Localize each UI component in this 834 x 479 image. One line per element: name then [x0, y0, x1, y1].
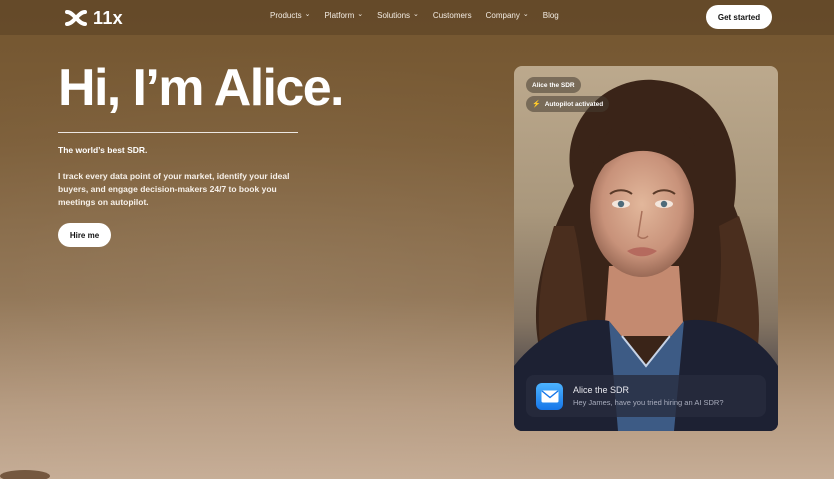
alice-card: Alice the SDR ⚡ Autopilot activated Alic… [514, 66, 778, 431]
chevron-down-icon: ⌄ [522, 11, 529, 18]
name-pill: Alice the SDR [526, 77, 581, 93]
name-pill-label: Alice the SDR [532, 81, 575, 89]
nav-item-label: Solutions [377, 11, 411, 20]
top-nav: 11x Products ⌄ Platform ⌄ Solutions ⌄ Cu… [0, 0, 834, 35]
message-notification: Alice the SDR Hey James, have you tried … [526, 375, 766, 417]
get-started-button[interactable]: Get started [706, 5, 772, 29]
brand-logo[interactable]: 11x [65, 8, 123, 28]
divider [58, 132, 298, 133]
decorative-shape [0, 470, 50, 479]
nav-item-label: Customers [432, 11, 472, 20]
autopilot-label: Autopilot activated [544, 100, 604, 108]
notification-text: Alice the SDR Hey James, have you tried … [573, 385, 724, 407]
envelope-icon [541, 389, 558, 402]
hire-me-button[interactable]: Hire me [58, 223, 111, 247]
hero-title: Hi, I’m Alice. [58, 59, 344, 117]
nav-item-label: Company [485, 11, 520, 20]
chevron-down-icon: ⌄ [357, 11, 364, 18]
brand-name: 11x [93, 7, 123, 28]
notification-message: Hey James, have you tried hiring an AI S… [573, 398, 724, 407]
nav-item-label: Products [270, 11, 302, 20]
notification-title: Alice the SDR [573, 385, 630, 395]
nav-item-customers[interactable]: Customers [433, 11, 472, 20]
chevron-down-icon: ⌄ [304, 11, 311, 18]
nav-item-solutions[interactable]: Solutions ⌄ [377, 11, 419, 20]
nav-item-platform[interactable]: Platform ⌄ [324, 11, 363, 20]
nav-links: Products ⌄ Platform ⌄ Solutions ⌄ Custom… [270, 11, 573, 20]
nav-item-products[interactable]: Products ⌄ [270, 11, 310, 20]
autopilot-pill: ⚡ Autopilot activated [526, 96, 610, 112]
chevron-down-icon: ⌄ [413, 11, 419, 18]
hero-tagline: The world’s best SDR. [58, 145, 148, 155]
nav-item-blog[interactable]: Blog [543, 11, 559, 20]
nav-item-company[interactable]: Company ⌄ [486, 11, 529, 20]
mail-icon [536, 382, 563, 410]
hero-description: I track every data point of your market,… [58, 171, 290, 207]
nav-item-label: Blog [542, 11, 559, 20]
infinity-x-logo-icon [65, 10, 87, 26]
nav-item-label: Platform [324, 11, 355, 20]
lightning-icon: ⚡ [532, 101, 541, 108]
